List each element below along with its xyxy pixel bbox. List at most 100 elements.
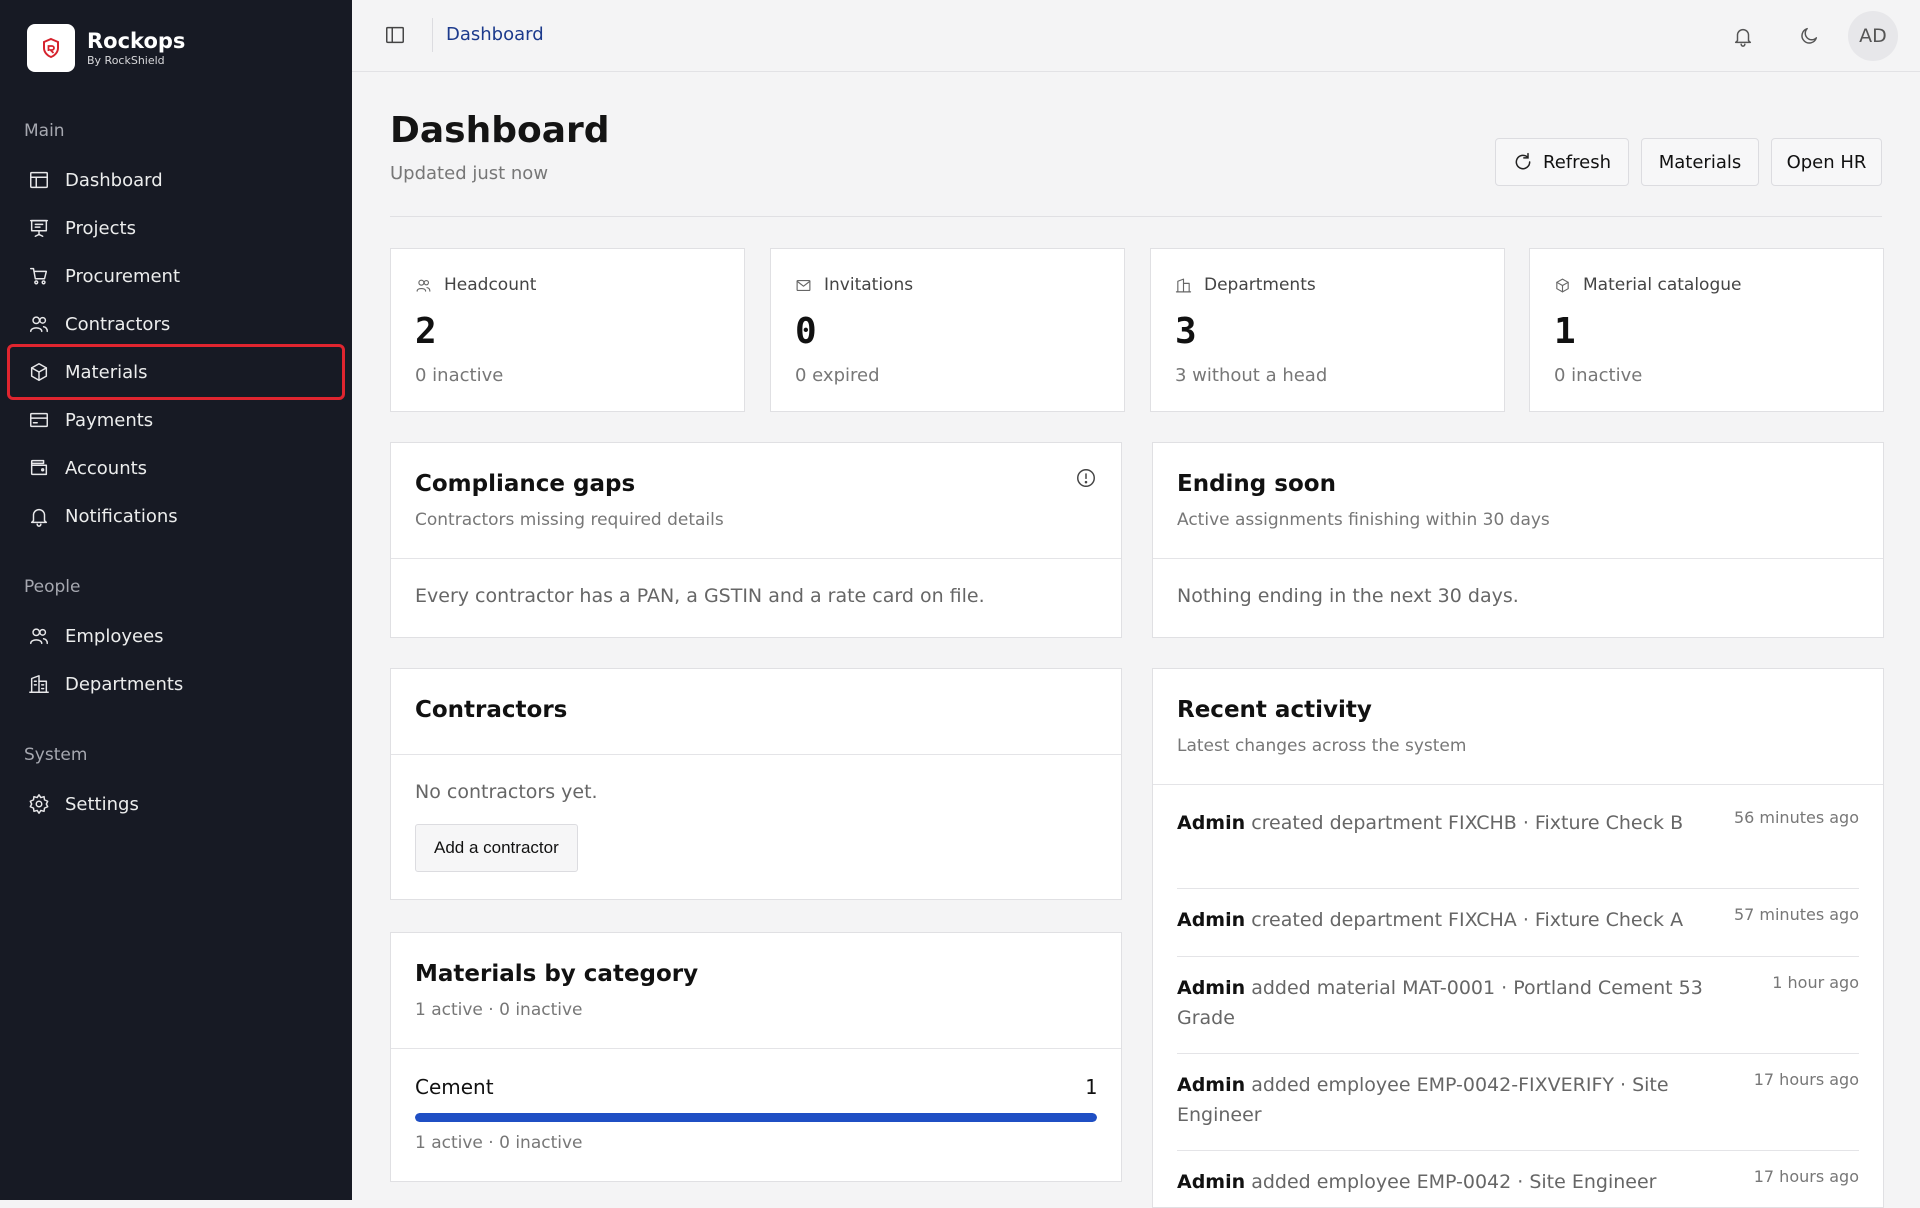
activity-actor: Admin	[1177, 1171, 1246, 1193]
card-subtitle: Active assignments finishing within 30 d…	[1177, 510, 1550, 530]
materials-button[interactable]: Materials	[1641, 138, 1759, 186]
compliance-message: Every contractor has a PAN, a GSTIN and …	[415, 585, 985, 607]
topbar: Dashboard AD	[352, 0, 1920, 72]
brand-name: Rockops	[87, 29, 186, 53]
stat-foot: 0 inactive	[415, 365, 504, 386]
sidebar-item-settings[interactable]: Settings	[7, 776, 345, 832]
card-subtitle: Contractors missing required details	[415, 510, 724, 530]
card-title: Compliance gaps	[415, 471, 636, 497]
ending-message: Nothing ending in the next 30 days.	[1177, 585, 1519, 607]
activity-actor: Admin	[1177, 812, 1246, 834]
divider	[1153, 784, 1883, 785]
activity-time: 56 minutes ago	[1733, 808, 1859, 827]
activity-time: 17 hours ago	[1753, 1070, 1859, 1089]
divider	[1177, 1053, 1859, 1054]
breadcrumb[interactable]: Dashboard	[446, 24, 544, 45]
stat-label: Headcount	[444, 275, 537, 295]
moon-icon[interactable]	[1795, 22, 1823, 50]
sidebar-item-label: Employees	[65, 625, 164, 647]
stat-value: 3	[1175, 311, 1197, 352]
box-icon	[1556, 278, 1569, 292]
sidebar-item-label: Settings	[65, 793, 139, 815]
ending-soon-card: Ending soon Active assignments finishing…	[1152, 442, 1884, 638]
activity-text: Admin created department FIXCHB · Fixtur…	[1177, 808, 1717, 838]
activity-time: 57 minutes ago	[1733, 905, 1859, 924]
sidebar: Rockops By RockShield Main Dashboard Pro…	[0, 0, 352, 1200]
contractors-empty: No contractors yet.	[415, 781, 598, 803]
sidebar-item-label: Payments	[65, 409, 154, 431]
activity-description: created department FIXCHB · Fixture Chec…	[1251, 812, 1684, 834]
sidebar-item-label: Notifications	[65, 505, 178, 527]
nav-section-people: People	[24, 577, 81, 597]
stat-card-headcount[interactable]: Headcount 2 0 inactive	[390, 248, 745, 412]
contractors-card: Contractors No contractors yet. Add a co…	[390, 668, 1122, 900]
stat-foot: 0 inactive	[1554, 365, 1643, 386]
divider	[1177, 888, 1859, 889]
sidebar-item-label: Materials	[65, 361, 148, 383]
sidebar-item-departments[interactable]: Departments	[7, 656, 345, 712]
activity-text: Admin created department FIXCHA · Fixtur…	[1177, 905, 1737, 935]
bell-icon	[27, 504, 51, 528]
nav-section-main: Main	[24, 121, 65, 141]
activity-text: Admin added material MAT-0001 · Portland…	[1177, 973, 1717, 1033]
card-title: Ending soon	[1177, 471, 1336, 497]
stat-label: Material catalogue	[1583, 275, 1742, 295]
card-title: Materials by category	[415, 961, 699, 987]
cart-icon	[27, 264, 51, 288]
sidebar-toggle-icon[interactable]	[384, 24, 408, 48]
brand[interactable]: Rockops By RockShield	[27, 24, 185, 72]
activity-actor: Admin	[1177, 909, 1246, 931]
category-count: 1	[1084, 1075, 1097, 1099]
sidebar-item-label: Contractors	[65, 313, 171, 335]
card-subtitle: Latest changes across the system	[1177, 736, 1467, 756]
divider	[432, 18, 433, 52]
card-title: Contractors	[415, 697, 568, 723]
layout-icon	[27, 168, 51, 192]
info-icon[interactable]	[1075, 467, 1097, 489]
wallet-icon	[27, 456, 51, 480]
card-subtitle: 1 active · 0 inactive	[415, 1000, 583, 1020]
sidebar-item-label: Accounts	[65, 457, 148, 479]
stat-value: 1	[1554, 311, 1576, 352]
divider	[390, 216, 1882, 217]
users-icon	[27, 624, 51, 648]
stat-label: Invitations	[824, 275, 914, 295]
activity-time: 17 hours ago	[1753, 1167, 1859, 1186]
page-title: Dashboard	[390, 110, 610, 151]
users-icon	[27, 312, 51, 336]
compliance-gaps-card: Compliance gaps Contractors missing requ…	[390, 442, 1122, 638]
activity-description: added material MAT-0001 · Portland Cemen…	[1177, 977, 1703, 1029]
activity-description: created department FIXCHA · Fixture Chec…	[1251, 909, 1684, 931]
avatar[interactable]: AD	[1848, 11, 1898, 61]
card-title: Recent activity	[1177, 697, 1372, 723]
presentation-icon	[27, 216, 51, 240]
category-detail: 1 active · 0 inactive	[415, 1133, 583, 1153]
open-hr-button[interactable]: Open HR	[1771, 138, 1882, 186]
stat-foot: 3 without a head	[1175, 365, 1328, 386]
divider	[391, 754, 1121, 755]
nav-section-system: System	[24, 745, 88, 765]
stat-card-departments[interactable]: Departments 3 3 without a head	[1150, 248, 1505, 412]
activity-actor: Admin	[1177, 1074, 1246, 1096]
divider	[1153, 558, 1883, 559]
category-progress-fill	[415, 1113, 1097, 1122]
activity-description: added employee EMP-0042 · Site Engineer	[1251, 1171, 1657, 1193]
sidebar-item-label: Departments	[65, 673, 184, 695]
sidebar-item-notifications[interactable]: Notifications	[7, 488, 345, 544]
bell-icon[interactable]	[1729, 22, 1757, 50]
main-content: Dashboard Updated just now Refresh Mater…	[352, 72, 1920, 1208]
activity-text: Admin added employee EMP-0042 · Site Eng…	[1177, 1167, 1717, 1197]
recent-activity-card: Recent activity Latest changes across th…	[1152, 668, 1884, 1208]
activity-time: 1 hour ago	[1772, 973, 1859, 992]
users-icon	[416, 279, 431, 292]
activity-text: Admin added employee EMP-0042-FIXVERIFY …	[1177, 1070, 1717, 1130]
page-subtitle: Updated just now	[390, 163, 549, 184]
stat-card-invitations[interactable]: Invitations 0 0 expired	[770, 248, 1125, 412]
refresh-button[interactable]: Refresh	[1495, 138, 1629, 186]
rockshield-logo-icon	[27, 24, 75, 72]
stat-card-material-catalogue[interactable]: Material catalogue 1 0 inactive	[1529, 248, 1884, 412]
sidebar-item-label: Projects	[65, 217, 136, 239]
sidebar-item-label: Procurement	[65, 265, 181, 287]
stat-value: 0	[795, 311, 817, 352]
add-contractor-button[interactable]: Add a contractor	[415, 824, 578, 872]
